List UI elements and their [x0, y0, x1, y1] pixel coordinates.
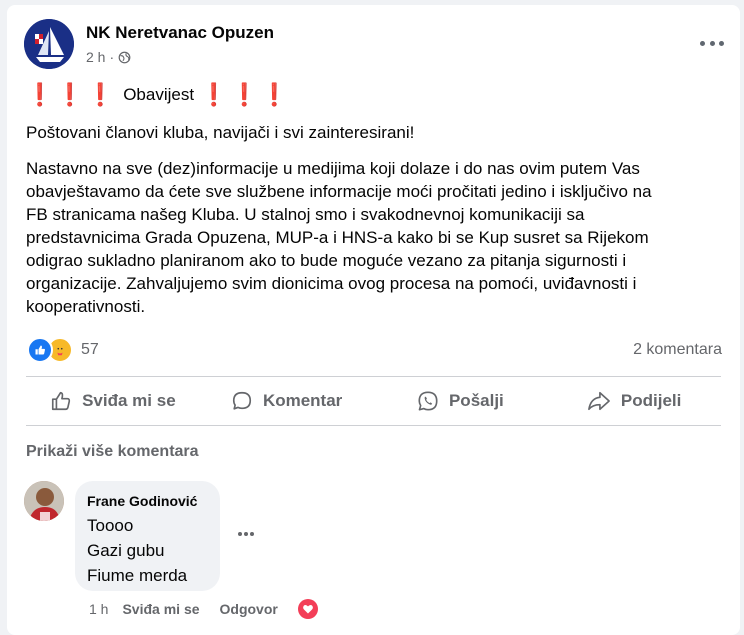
reactions-summary[interactable]: 57 [27, 337, 99, 363]
post-text: ❗❗❗ Obavijest ❗❗❗ Poštovani članovi klub… [26, 83, 726, 318]
meta-separator: · [109, 49, 115, 65]
exclamation-icon: ❗❗❗ [26, 81, 118, 107]
page-avatar[interactable] [24, 19, 74, 69]
post-header: NK Neretvanac Opuzen 2 h · [24, 19, 726, 71]
comment-text-line: Toooo [87, 516, 134, 535]
exclamation-icon: ❗❗❗ [200, 81, 292, 107]
comment-author[interactable]: Frane Godinović [87, 493, 197, 509]
club-crest-icon [24, 19, 74, 69]
post-body-line: odigrao sukladno planiranom ako to bude … [26, 251, 627, 270]
view-more-comments-link[interactable]: Prikaži više komentara [26, 443, 199, 461]
share-icon [587, 391, 610, 411]
post-body-line: FB stranicama našeg Kluba. U stalnoj smo… [26, 205, 585, 224]
reaction-count: 57 [81, 341, 99, 358]
comment-button-label: Komentar [262, 391, 343, 410]
commenter-avatar[interactable] [24, 481, 64, 521]
post-time[interactable]: 2 h [86, 49, 105, 65]
love-icon[interactable] [297, 599, 318, 619]
post-more-options-button[interactable] [700, 33, 724, 53]
comment-reply-link[interactable]: Odgovor [220, 601, 278, 617]
divider [26, 425, 721, 426]
profile-photo-icon [24, 481, 64, 521]
post-body: Nastavno na sve (dez)informacije u medij… [26, 157, 726, 318]
globe-icon[interactable] [118, 51, 131, 64]
post-greeting: Poštovani članovi kluba, navijači i svi … [26, 123, 415, 142]
post-actions-bar: Sviđa mi se Komentar Pošalji Podijeli [26, 377, 721, 425]
post-body-line: predstavnicima Grada Opuzena, MUP-a i HN… [26, 228, 649, 247]
send-button-label: Pošalji [448, 391, 504, 410]
share-button[interactable]: Podijeli [547, 377, 721, 425]
comments-count-link[interactable]: 2 komentara [633, 341, 722, 359]
post-card: NK Neretvanac Opuzen 2 h · ❗❗❗ Obavijest… [7, 5, 740, 635]
page-name[interactable]: NK Neretvanac Opuzen [86, 23, 274, 43]
comment-more-options-button[interactable] [238, 532, 254, 538]
thumbs-up-icon [52, 391, 71, 411]
whatsapp-icon [418, 391, 438, 411]
comment-text-line: Gazi gubu [87, 541, 165, 560]
share-button-label: Podijeli [620, 391, 682, 410]
post-title: Obavijest [123, 85, 195, 104]
like-button[interactable]: Sviđa mi se [26, 377, 200, 425]
comment-like-link[interactable]: Sviđa mi se [122, 601, 199, 617]
like-button-label: Sviđa mi se [82, 391, 176, 410]
post-title-line: ❗❗❗ Obavijest ❗❗❗ [26, 83, 726, 106]
post-body-line: organizacije. Zahvaljujemo svim dionicim… [26, 274, 637, 293]
post-body-line: Nastavno na sve (dez)informacije u medij… [26, 159, 640, 178]
send-button[interactable]: Pošalji [374, 377, 548, 425]
comment-icon [232, 391, 252, 410]
post-body-line: kooperativnosti. [26, 297, 146, 316]
comment-button[interactable]: Komentar [200, 377, 374, 425]
comment-time[interactable]: 1 h [89, 601, 108, 617]
post-body-line: obavještavamo da ćete sve službene infor… [26, 182, 652, 201]
post-meta: 2 h · [86, 49, 131, 65]
comment-text-line: Fiume merda [87, 566, 188, 585]
comment-footer: 1 h Sviđa mi se Odgovor [89, 599, 318, 619]
like-icon [27, 337, 53, 363]
comment-bubble: Frane Godinović Toooo Gazi gubu Fiume me… [75, 481, 220, 591]
